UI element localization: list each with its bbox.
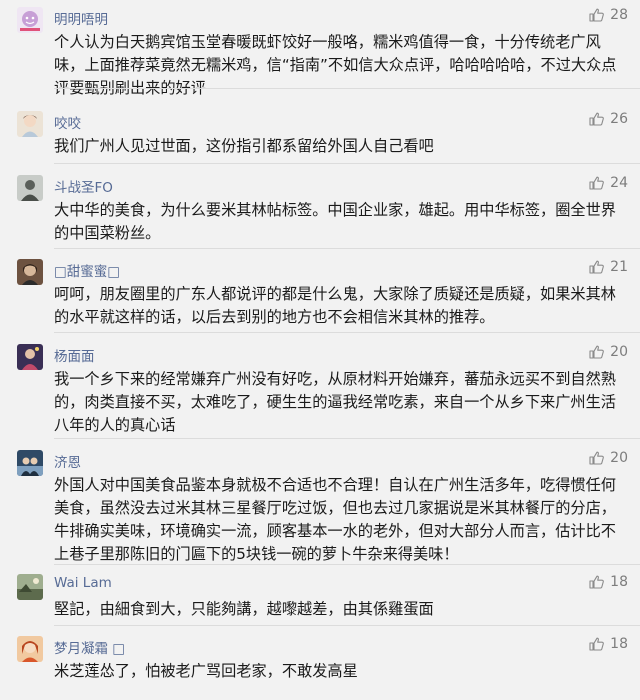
like-button[interactable]: 21 [589, 259, 628, 275]
user-avatar[interactable] [17, 344, 43, 370]
divider [54, 88, 640, 89]
username[interactable]: 明明唔明 [54, 8, 108, 28]
like-count: 28 [610, 7, 628, 23]
comment-text: 米芝莲怂了，怕被老广骂回老家，不敢发高星 [54, 662, 358, 680]
comment-text: 呵呵，朋友圈里的广东人都说评的都是什么鬼，大家除了质疑还是质疑，如果米其林的水平… [54, 285, 616, 326]
like-button[interactable]: 20 [589, 344, 628, 360]
like-count: 26 [610, 111, 628, 127]
username[interactable]: 济恩 [54, 451, 81, 471]
divider [54, 438, 640, 439]
thumbs-up-icon [589, 575, 605, 589]
username[interactable]: 斗战圣FO [54, 176, 113, 196]
thumbs-up-icon [589, 260, 605, 274]
comment-text: 我们广州人见过世面，这份指引都系留给外国人自己看吧 [54, 137, 434, 155]
thumbs-up-icon [589, 176, 605, 190]
username[interactable]: 咬咬 [54, 112, 81, 132]
thumbs-up-icon [589, 8, 605, 22]
user-avatar[interactable] [17, 450, 43, 476]
divider [54, 625, 640, 626]
username[interactable]: 梦月凝霜 □ [54, 637, 125, 657]
user-avatar[interactable] [17, 175, 43, 201]
thumbs-up-icon [589, 637, 605, 651]
like-count: 20 [610, 450, 628, 466]
like-button[interactable]: 18 [589, 636, 628, 652]
like-count: 21 [610, 259, 628, 275]
user-avatar[interactable] [17, 7, 43, 33]
username[interactable]: □甜蜜蜜□ [54, 260, 120, 280]
divider [54, 332, 640, 333]
like-button[interactable]: 24 [589, 175, 628, 191]
like-count: 18 [610, 574, 628, 590]
comment-text: 外国人对中国美食品鉴本身就极不合适也不合理！自认在广州生活多年，吃得惯任何美食，… [54, 476, 616, 563]
thumbs-up-icon [589, 112, 605, 126]
divider [54, 163, 640, 164]
like-count: 18 [610, 636, 628, 652]
like-button[interactable]: 20 [589, 450, 628, 466]
username[interactable]: Wai Lam [54, 575, 112, 591]
like-button[interactable]: 26 [589, 111, 628, 127]
thumbs-up-icon [589, 451, 605, 465]
user-avatar[interactable] [17, 574, 43, 600]
divider [54, 564, 640, 565]
thumbs-up-icon [589, 345, 605, 359]
user-avatar[interactable] [17, 636, 43, 662]
like-count: 20 [610, 344, 628, 360]
comment-list: 明明唔明 28 个人认为白天鹅宾馆玉堂春暖既虾饺好一般咯，糯米鸡值得一食，十分传… [0, 0, 640, 700]
like-button[interactable]: 28 [589, 7, 628, 23]
like-count: 24 [610, 175, 628, 191]
comment-text: 大中华的美食，为什么要米其林帖标签。中国企业家，雄起。用中华标签，圈全世界的中国… [54, 201, 616, 242]
user-avatar[interactable] [17, 111, 43, 137]
comment-text: 个人认为白天鹅宾馆玉堂春暖既虾饺好一般咯，糯米鸡值得一食，十分传统老广风味，上面… [54, 33, 617, 97]
divider [54, 248, 640, 249]
user-avatar[interactable] [17, 259, 43, 285]
username[interactable]: 杨面面 [54, 345, 95, 365]
comment-text: 我一个乡下来的经常嫌弃广州没有好吃，从原材料开始嫌弃，蕃茄永远买不到自然熟的，肉… [54, 370, 616, 434]
comment-text: 堅記，由細食到大，只能夠講，越嚟越差，由其係雞蛋面 [54, 600, 434, 618]
like-button[interactable]: 18 [589, 574, 628, 590]
